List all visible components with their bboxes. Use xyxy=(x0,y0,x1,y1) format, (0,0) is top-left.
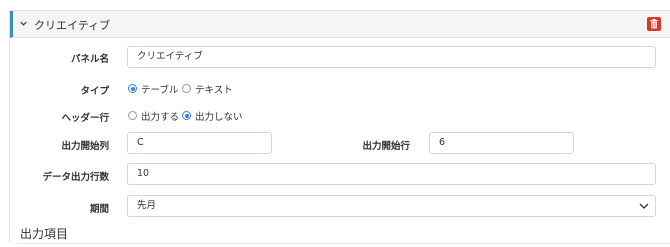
start-column-label: 出力開始列 xyxy=(61,141,109,152)
start-column-input[interactable]: C xyxy=(127,132,272,154)
start-row-label: 出力開始行 xyxy=(362,141,410,152)
header-row-option-no-output-label[interactable]: 出力しない xyxy=(195,109,243,123)
data-rows-input[interactable]: 10 xyxy=(127,163,656,185)
panel-header[interactable]: クリエイティブ xyxy=(10,11,670,38)
type-radio-text[interactable] xyxy=(182,84,191,93)
data-rows-label: データ出力行数 xyxy=(42,172,109,183)
header-row-option-output-label[interactable]: 出力する xyxy=(141,109,179,123)
header-row-radio-output[interactable] xyxy=(128,111,137,120)
start-row-input[interactable]: 6 xyxy=(429,132,574,154)
panel-name-label: パネル名 xyxy=(70,54,109,65)
chevron-down-icon xyxy=(639,203,649,209)
panel-name-input[interactable]: クリエイティブ xyxy=(127,46,656,68)
type-label: タイプ xyxy=(80,86,109,97)
header-row-radio-no-output[interactable] xyxy=(182,111,191,120)
delete-panel-button[interactable] xyxy=(647,17,661,31)
header-row-label: ヘッダー行 xyxy=(61,113,109,124)
panel-title: クリエイティブ xyxy=(34,19,111,32)
period-selected-value: 先月 xyxy=(137,200,157,211)
type-option-text-label[interactable]: テキスト xyxy=(195,82,233,96)
output-items-title: 出力項目 xyxy=(20,227,69,241)
chevron-down-icon[interactable] xyxy=(19,19,28,28)
period-select[interactable]: 先月 xyxy=(127,195,656,217)
divider xyxy=(18,243,670,244)
trash-icon xyxy=(650,19,658,29)
type-radio-table[interactable] xyxy=(128,84,137,93)
type-option-table-label[interactable]: テーブル xyxy=(141,82,178,96)
period-label: 期間 xyxy=(89,204,109,215)
